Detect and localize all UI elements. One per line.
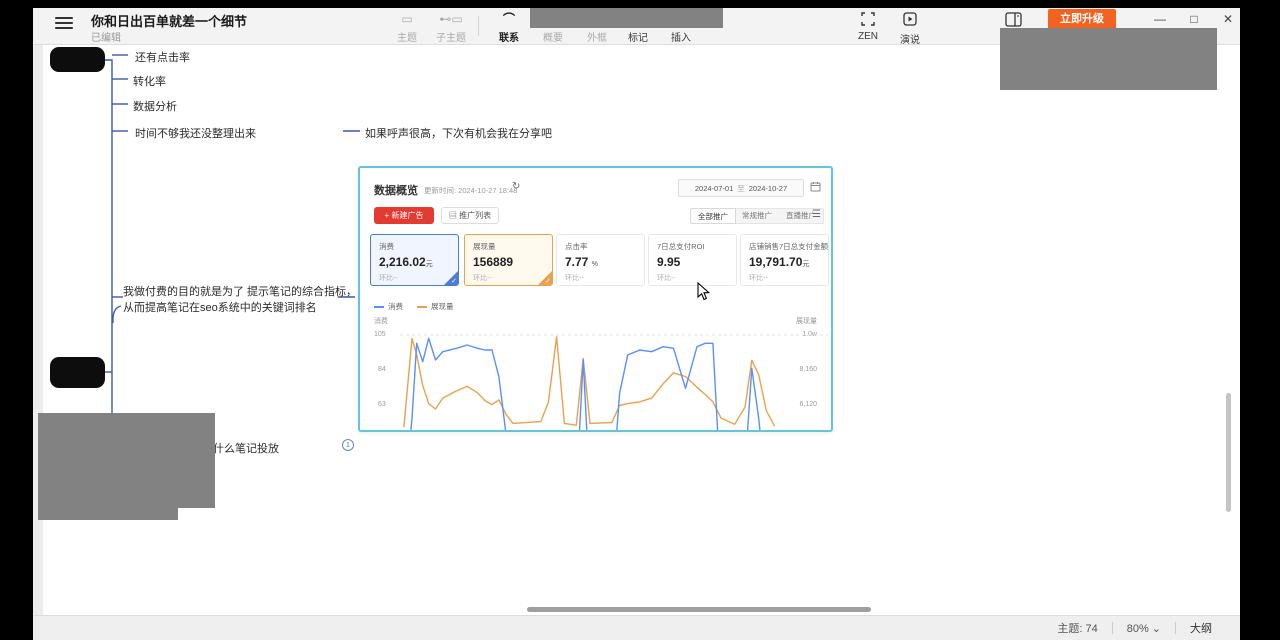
right-tick: 1.0w (802, 331, 817, 338)
mouse-cursor (697, 282, 713, 302)
sidebar-toggle-icon[interactable] (1005, 12, 1022, 27)
subtopic-icon: ⊷▭ (429, 10, 473, 28)
letterbox-top (0, 0, 1280, 8)
redacted-topic-node[interactable] (50, 47, 105, 72)
right-tick: 8,160 (799, 366, 817, 373)
mindmap-node[interactable]: 还有点击率 (135, 49, 190, 65)
left-axis-title: 消费 (374, 316, 388, 326)
mindmap-node[interactable]: 时间不够我还没整理出来 (135, 125, 256, 141)
toolbar-relation-button[interactable]: ⌒ 联系 (487, 10, 531, 44)
document-save-status: 已编辑 (91, 29, 121, 44)
dashboard-title: 数据概览 (374, 182, 418, 198)
date-range-picker[interactable]: 2024-07-01 至 2024-10-27 (678, 179, 804, 197)
mindmap-node[interactable]: 转化率 (133, 73, 166, 89)
status-bar: 主题: 74 80% ⌄ 大纲 (33, 615, 1240, 640)
topic-icon: ▭ (385, 10, 429, 28)
left-tick: 105 (374, 331, 386, 338)
check-icon: ✓ (451, 277, 457, 285)
zoom-level-control[interactable]: 80% ⌄ (1113, 622, 1175, 635)
zen-mode-icon (846, 12, 890, 30)
mindmap-note[interactable]: 如果呼声很高，下次有机会我在分享吧 (365, 125, 552, 141)
cost-line-series (404, 338, 775, 432)
legend-item-impressions[interactable]: 展现量 (417, 301, 454, 312)
present-play-icon (888, 12, 932, 30)
outline-button[interactable]: 大纲 (1176, 620, 1240, 636)
metric-card-cost[interactable]: 消费 2,216.02元 环比-- ✓ (370, 234, 459, 286)
legend-item-cost[interactable]: 消费 (374, 301, 403, 312)
right-tick: 6,120 (799, 401, 817, 408)
window-close-button[interactable]: ✕ (1217, 10, 1239, 28)
mindmap-node-paid-goal-line2[interactable]: 从而提高笔记在seo系统中的关键词排名 (123, 299, 317, 315)
relation-icon: ⌒ (487, 10, 531, 28)
metric-card-impressions[interactable]: 展现量 156889 环比-- ✓ (464, 234, 553, 286)
tab-regular-promo[interactable]: 常规推广 (735, 209, 779, 223)
letterbox-left (0, 0, 33, 640)
mindmap-canvas[interactable]: 还有点击率 转化率 数据分析 时间不够我还没整理出来 如果呼声很高，下次有机会我… (33, 45, 1240, 615)
refresh-icon[interactable]: ↻ (512, 181, 520, 192)
chart-legend: 消费 展现量 (374, 301, 454, 312)
metric-card-gmv[interactable]: 店铺销售7日总支付金额 19,791.70元 环比-- (740, 234, 829, 286)
dashboard-image[interactable]: 数据概览 更新时间: 2024-10-27 18:48 ↻ 2024-07-01… (358, 166, 833, 432)
toolbar-zen-button[interactable]: ZEN (846, 10, 890, 42)
redacted-topic-node[interactable] (50, 357, 105, 388)
date-start: 2024-07-01 (695, 184, 733, 193)
new-ad-button[interactable]: + 新建广告 (374, 207, 434, 224)
mindmap-node[interactable]: 数据分析 (133, 98, 177, 114)
document-title: 你和日出百单就差一个细节 (91, 11, 247, 30)
list-view-icon[interactable]: ☰ (812, 209, 821, 220)
impressions-line-series (404, 337, 775, 427)
topic-count: 主题: 74 (1043, 620, 1111, 636)
mindmap-node-paid-goal-line1[interactable]: 我做付费的目的就是为了 提示笔记的综合指标， (123, 283, 357, 299)
relation-number-badge[interactable]: 1 (342, 439, 354, 451)
date-separator: 至 (737, 183, 745, 194)
window-minimize-button[interactable]: — (1149, 10, 1171, 28)
redacted-region (38, 413, 215, 508)
upgrade-button[interactable]: 立即升级 (1048, 9, 1116, 30)
redacted-region (1000, 28, 1217, 90)
tab-all-promo[interactable]: 全部推广 (690, 208, 736, 224)
hamburger-menu-icon[interactable] (55, 17, 73, 31)
check-icon: ✓ (545, 277, 551, 285)
left-tick: 84 (378, 366, 386, 373)
promo-type-tabs: 全部推广 常规推广 直播推广 (690, 208, 824, 224)
horizontal-scrollbar[interactable] (527, 607, 871, 612)
redacted-region (38, 508, 178, 520)
metric-card-roi[interactable]: 7日总支付ROI 9.95 环比-- (648, 234, 737, 286)
letterbox-right (1240, 0, 1280, 640)
toolbar-divider (478, 16, 479, 36)
toolbar-topic-button[interactable]: ▭ 主题 (385, 10, 429, 44)
calendar-icon[interactable] (810, 181, 821, 192)
toolbar-present-button[interactable]: 演说 (888, 10, 932, 46)
promo-list-button[interactable]: ▤ 推广列表 (441, 207, 499, 224)
left-tick: 63 (378, 401, 386, 408)
mindmap-node-bottom[interactable]: 什么笔记投放 (213, 440, 279, 456)
window-maximize-button[interactable]: □ (1183, 10, 1205, 28)
date-end: 2024-10-27 (749, 184, 787, 193)
dashboard-updated-time: 更新时间: 2024-10-27 18:48 (424, 185, 517, 196)
vertical-scrollbar[interactable] (1226, 393, 1231, 512)
right-axis-title: 展现量 (796, 316, 817, 326)
metric-card-ctr[interactable]: 点击率 7.77 % 环比-- (556, 234, 645, 286)
toolbar-subtopic-button[interactable]: ⊷▭ 子主题 (429, 10, 473, 44)
